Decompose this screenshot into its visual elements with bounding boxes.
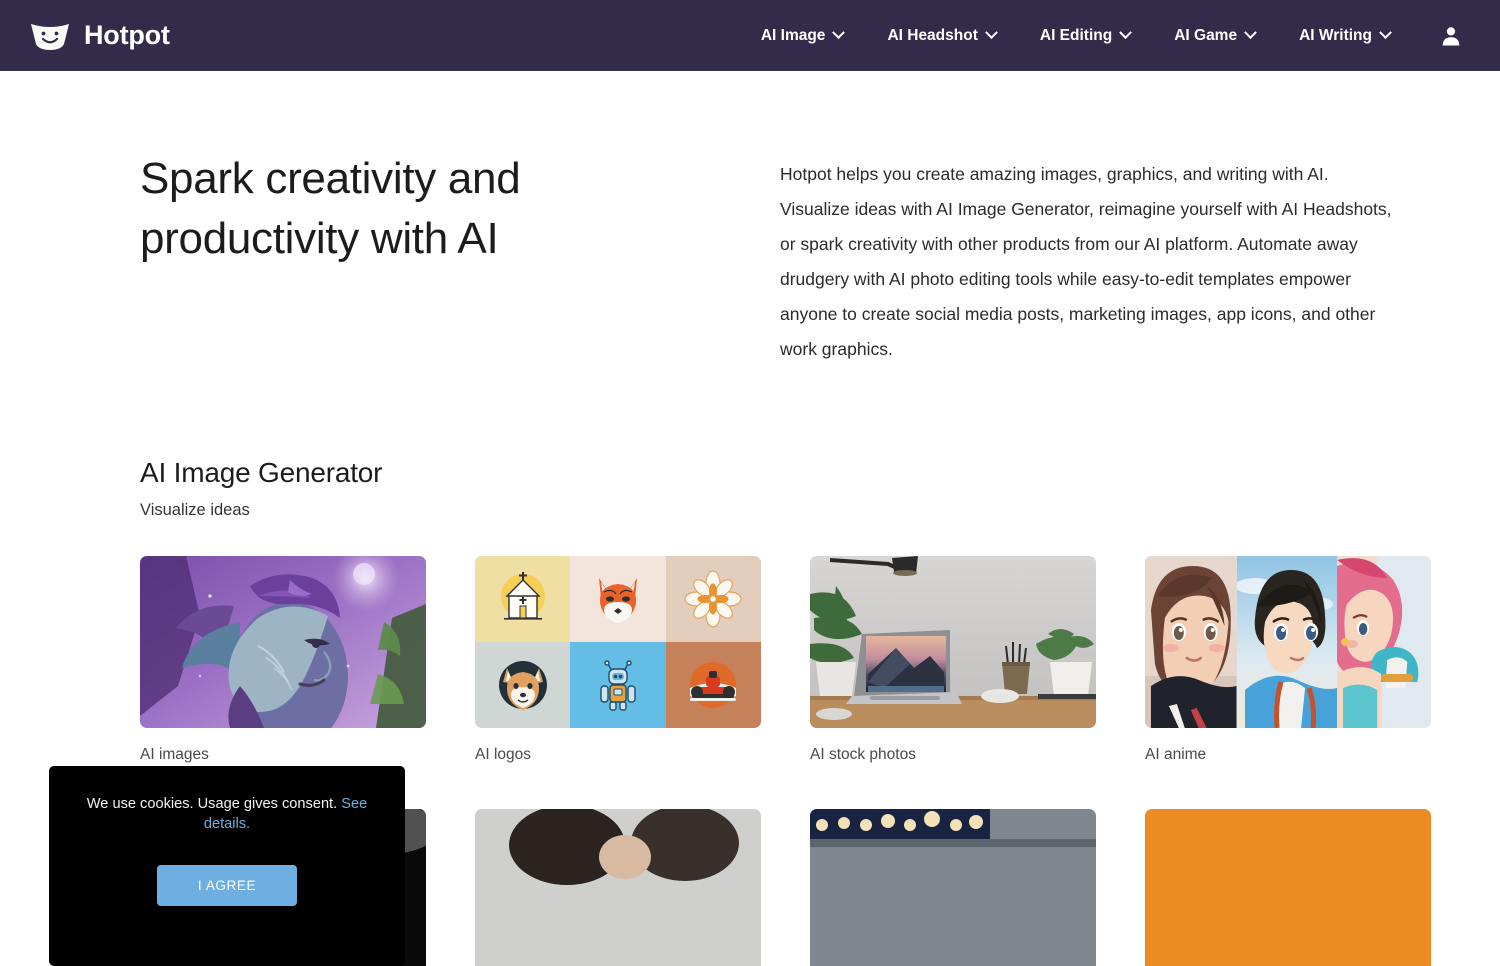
- anime-panel-1: [1145, 556, 1237, 728]
- hotpot-smiling-bowl-icon: [28, 20, 72, 52]
- product-card-ai-logos[interactable]: AI logos: [475, 556, 761, 764]
- logo-tile-church: [475, 556, 571, 642]
- product-card-ai-images[interactable]: AI images: [140, 556, 426, 764]
- nav-item-ai-image[interactable]: AI Image: [739, 17, 866, 55]
- fantasy-elf-portrait-thumbnail[interactable]: [140, 556, 426, 728]
- product-card-ai-stock-photos[interactable]: AI stock photos: [810, 556, 1096, 764]
- card-label: AI stock photos: [810, 746, 916, 763]
- logo-tile-racecar: [665, 642, 761, 728]
- hero-section: Spark creativity and productivity with A…: [0, 71, 1500, 367]
- logo-tile-robot: [570, 642, 666, 728]
- logo-tile-fox: [570, 556, 666, 642]
- user-account-icon[interactable]: [1438, 23, 1464, 49]
- chevron-down-icon: [1379, 26, 1392, 40]
- card-thumbnail-orange-banner[interactable]: [1145, 809, 1431, 966]
- nav-label: AI Image: [760, 26, 826, 44]
- nav-label: AI Headshot: [887, 26, 978, 44]
- chevron-down-icon: [832, 26, 846, 40]
- product-card-grid: AI images AI logos AI stock photos AI an…: [140, 556, 1431, 764]
- nav-item-ai-editing[interactable]: AI Editing: [1018, 17, 1152, 55]
- section-title: AI Image Generator: [140, 457, 383, 488]
- hero-description: Hotpot helps you create amazing images, …: [780, 164, 1392, 359]
- logo-tile-flower: [665, 556, 761, 642]
- card-label: AI images: [140, 746, 209, 763]
- desk-laptop-photo-thumbnail[interactable]: [810, 556, 1096, 728]
- primary-nav: AI Image AI Headshot AI Editing AI Game …: [739, 17, 1470, 55]
- site-header: Hotpot AI Image AI Headshot AI Editing A…: [0, 0, 1500, 71]
- chevron-down-icon: [1244, 26, 1257, 40]
- cookie-consent-banner: We use cookies. Usage gives consent. See…: [49, 766, 405, 966]
- anime-panel-2: [1236, 556, 1337, 728]
- logo-tile-corgi: [475, 642, 571, 728]
- brand-name: Hotpot: [84, 20, 170, 50]
- chevron-down-icon: [985, 26, 998, 40]
- page-title: Spark creativity and productivity with A…: [140, 154, 521, 263]
- card-label: AI anime: [1145, 746, 1207, 763]
- product-card-ai-anime[interactable]: AI anime: [1145, 556, 1431, 764]
- nav-label: AI Editing: [1039, 26, 1113, 44]
- card-thumbnail-portrait-photo[interactable]: [475, 809, 761, 966]
- nav-item-ai-game[interactable]: AI Game: [1152, 17, 1277, 55]
- section-subtitle: Visualize ideas: [140, 501, 250, 519]
- logo-grid-thumbnail[interactable]: [475, 556, 761, 728]
- anime-triptych-thumbnail[interactable]: [1145, 556, 1431, 728]
- anime-panel-3: [1336, 556, 1431, 728]
- cookie-message: We use cookies. Usage gives consent. See…: [73, 794, 381, 835]
- nav-label: AI Game: [1174, 26, 1238, 44]
- chevron-down-icon: [1119, 26, 1133, 40]
- card-label: AI logos: [475, 746, 532, 763]
- nav-label: AI Writing: [1299, 26, 1372, 44]
- card-thumbnail-night-skyline[interactable]: [810, 809, 1096, 966]
- nav-item-ai-headshot[interactable]: AI Headshot: [865, 17, 1017, 55]
- brand-logo[interactable]: Hotpot: [28, 20, 170, 52]
- nav-item-ai-writing[interactable]: AI Writing: [1277, 17, 1412, 55]
- cookie-message-text: We use cookies. Usage gives consent.: [86, 796, 338, 812]
